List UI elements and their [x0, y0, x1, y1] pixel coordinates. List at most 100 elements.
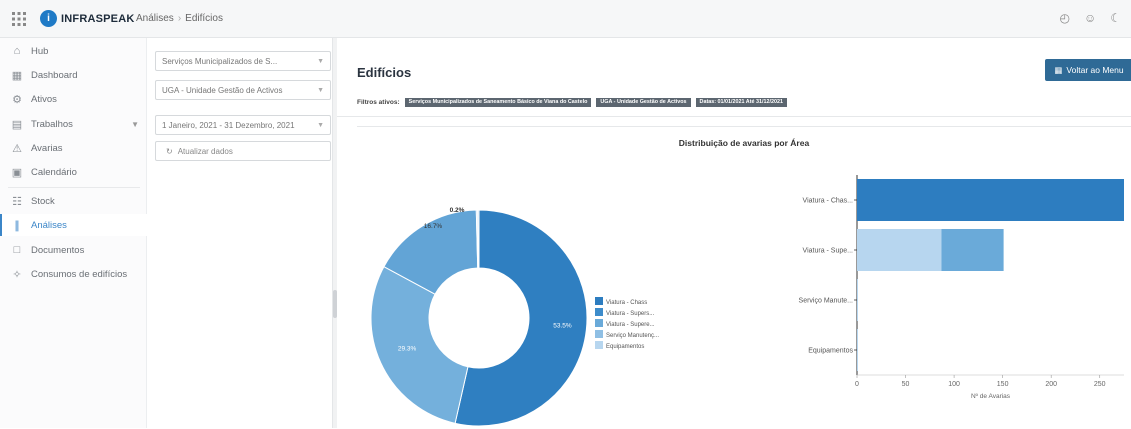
legend-swatch [595, 341, 603, 349]
grid-icon[interactable] [12, 12, 26, 26]
chevron-down-icon: ▼ [131, 119, 139, 129]
legend-label[interactable]: Viatura - Supers... [606, 311, 655, 317]
grid-menu-icon: ▦ [1054, 64, 1063, 75]
chevron-down-icon: ▼ [317, 86, 324, 94]
moon-icon[interactable]: ☾ [1110, 11, 1121, 25]
sidebar-item-label: Trabalhos [31, 118, 73, 130]
logo[interactable]: i INFRASPEAK [40, 10, 135, 27]
sidebar: ⌂ Hub ▦ Dashboard ⚙ Ativos ▤ Trabalhos ▼… [0, 38, 147, 428]
sidebar-item-hub[interactable]: ⌂ Hub [0, 40, 147, 62]
refresh-icon: ↻ [166, 146, 173, 156]
legend-swatch [595, 330, 603, 338]
x-tick-label: 0 [855, 381, 859, 388]
dashboard-icon: ▦ [11, 69, 23, 82]
filter-chip-dates: Datas: 01/01/2021 Até 31/12/2021 [695, 97, 787, 107]
breadcrumb: Análises › Edifícios [136, 13, 223, 24]
active-filters-label: Filtros ativos: [357, 98, 400, 106]
calendar-icon: ▣ [11, 166, 23, 179]
legend-swatch [595, 308, 603, 316]
bar[interactable] [857, 179, 1124, 221]
x-tick-label: 200 [1045, 381, 1057, 388]
warning-icon: ⚠ [12, 142, 22, 155]
x-tick-label: 150 [997, 381, 1009, 388]
sidebar-item-work[interactable]: ▤ Trabalhos ▼ [0, 113, 147, 135]
logo-mark-icon: i [40, 10, 57, 27]
bar-chart: Viatura - Chas... Viatura - Supe... Serviç… [799, 175, 1124, 400]
legend-label[interactable]: Viatura - Chass [606, 300, 647, 306]
y-tick-label: Serviço Manute... [799, 298, 854, 305]
sidebar-item-dashboard[interactable]: ▦ Dashboard [0, 64, 147, 86]
legend-label[interactable]: Serviço Manutenç... [606, 333, 659, 339]
sidebar-item-label: Calendário [31, 166, 77, 178]
bar[interactable] [857, 229, 942, 271]
donut-value-label: 0.2% [450, 207, 465, 214]
assets-icon: ⚙ [12, 93, 22, 106]
chevron-down-icon: ▼ [317, 121, 324, 129]
unit-select-value: UGA - Unidade Gestão de Activos [162, 85, 283, 95]
bar[interactable] [857, 279, 858, 321]
legend-swatch [595, 319, 603, 327]
energy-icon: ✧ [12, 268, 22, 281]
breadcrumb-buildings: Edifícios [185, 13, 223, 24]
sidebar-item-failures[interactable]: ⚠ Avarias [0, 137, 147, 159]
update-data-label: Atualizar dados [177, 146, 233, 156]
work-icon: ▤ [11, 118, 23, 131]
y-tick-label: Viatura - Supe... [803, 248, 854, 255]
sidebar-item-documents[interactable]: □ Documentos [0, 239, 147, 261]
time-icon[interactable]: ◴ [1059, 11, 1069, 25]
donut-value-label: 29.3% [398, 346, 417, 353]
x-tick-label: 250 [1094, 381, 1106, 388]
divider [337, 116, 1131, 117]
legend-label[interactable]: Equipamentos [606, 344, 644, 350]
y-tick-label: Viatura - Chas... [803, 198, 854, 205]
breadcrumb-separator-icon: › [177, 13, 182, 24]
sidebar-item-label: Dashboard [31, 69, 78, 81]
legend-label[interactable]: Viatura - Supere... [606, 322, 655, 328]
sidebar-item-label: Avarias [31, 142, 63, 154]
date-range-select[interactable]: 1 Janeiro, 2021 - 31 Dezembro, 2021 ▼ [155, 115, 331, 135]
back-to-menu-button[interactable]: ▦ Voltar ao Menu [1045, 59, 1131, 81]
sidebar-item-building-consumption[interactable]: ✧ Consumos de edifícios [0, 263, 147, 285]
sidebar-item-stock[interactable]: ☷ Stock [0, 190, 147, 212]
breadcrumb-analyses[interactable]: Análises [136, 13, 174, 24]
client-select-value: Serviços Municipalizados de S... [162, 56, 278, 66]
filters-panel: Serviços Municipalizados de S... ▼ UGA -… [147, 38, 333, 428]
logo-text: INFRASPEAK [61, 12, 135, 25]
bar[interactable] [941, 229, 1004, 271]
back-to-menu-label: Voltar ao Menu [1066, 65, 1124, 75]
active-filters: Filtros ativos: Serviços Municipalizados… [357, 97, 787, 107]
donut-slice[interactable] [477, 209, 480, 269]
home-icon: ⌂ [13, 45, 21, 57]
bar[interactable] [857, 329, 858, 371]
date-range-value: 1 Janeiro, 2021 - 31 Dezembro, 2021 [162, 120, 295, 130]
unit-select[interactable]: UGA - Unidade Gestão de Activos ▼ [155, 80, 331, 100]
chevron-down-icon: ▼ [317, 57, 324, 65]
x-axis-label: Nº de Avarias [971, 393, 1011, 400]
sidebar-item-label: Análises [31, 219, 67, 231]
sidebar-item-assets[interactable]: ⚙ Ativos [0, 88, 147, 110]
sidebar-item-analyses[interactable]: ∥ Análises [0, 214, 147, 236]
donut-value-label: 53.5% [553, 322, 572, 329]
smile-icon[interactable]: ☺ [1084, 11, 1096, 25]
chart-icon: ∥ [14, 219, 20, 232]
sidebar-item-label: Ativos [31, 93, 57, 105]
y-tick-label: Equipamentos [808, 348, 853, 355]
client-select[interactable]: Serviços Municipalizados de S... ▼ [155, 51, 331, 71]
chart-title: Distribuição de avarias por Área [678, 138, 810, 148]
x-tick-label: 50 [902, 381, 910, 388]
sidebar-item-label: Hub [31, 45, 49, 57]
stock-icon: ☷ [12, 195, 22, 208]
sidebar-item-calendar[interactable]: ▣ Calendário [0, 161, 147, 183]
donut-slice[interactable] [370, 265, 469, 424]
filter-chip-client: Serviços Municipalizados de Saneamento B… [404, 97, 592, 107]
document-icon: □ [13, 244, 21, 256]
x-tick-label: 100 [948, 381, 960, 388]
sidebar-item-label: Documentos [31, 244, 85, 256]
filter-chip-unit: UGA - Unidade Gestão de Activos [596, 97, 691, 107]
page-title: Edifícios [357, 65, 412, 80]
update-data-button[interactable]: ↻ Atualizar dados [155, 141, 331, 161]
sidebar-divider [8, 187, 140, 188]
top-bar: i INFRASPEAK Análises › Edifícios ◴ ☺ ☾ [0, 0, 1131, 38]
donut-chart: 53.5% 29.3% 16.7% 0.2% Viatura - Chass Viatur… [370, 207, 659, 427]
sidebar-item-label: Stock [31, 195, 55, 207]
